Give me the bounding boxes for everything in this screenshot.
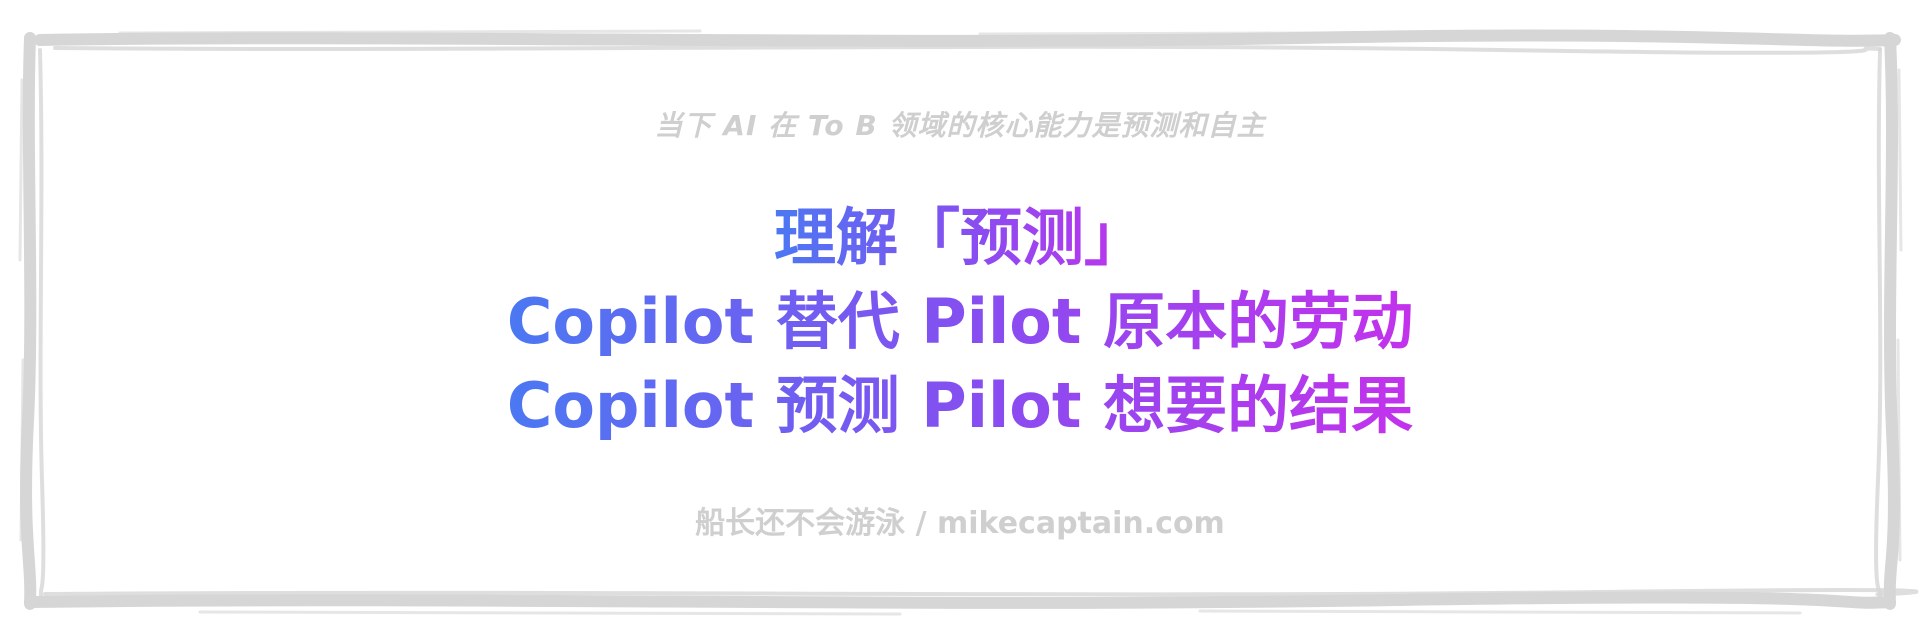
headline-line-1: 理解「预测」 [0, 196, 1920, 280]
footer-credit: 船长还不会游泳 / mikecaptain.com [695, 506, 1225, 541]
headline: 理解「预测」 Copilot 替代 Pilot 原本的劳动 Copilot 预测… [0, 196, 1920, 448]
subtitle: 当下 AI 在 To B 领域的核心能力是预测和自主 [654, 109, 1266, 142]
headline-line-3: Copilot 预测 Pilot 想要的结果 [0, 364, 1920, 448]
banner-canvas: 当下 AI 在 To B 领域的核心能力是预测和自主 理解「预测」 Copilo… [0, 0, 1920, 640]
headline-line-2-text: Copilot 替代 Pilot 原本的劳动 [506, 285, 1414, 358]
banner-content: 当下 AI 在 To B 领域的核心能力是预测和自主 理解「预测」 Copilo… [0, 0, 1920, 640]
headline-line-1-text: 理解「预测」 [773, 201, 1146, 274]
headline-line-3-text: Copilot 预测 Pilot 想要的结果 [506, 369, 1414, 442]
headline-line-2: Copilot 替代 Pilot 原本的劳动 [0, 280, 1920, 364]
